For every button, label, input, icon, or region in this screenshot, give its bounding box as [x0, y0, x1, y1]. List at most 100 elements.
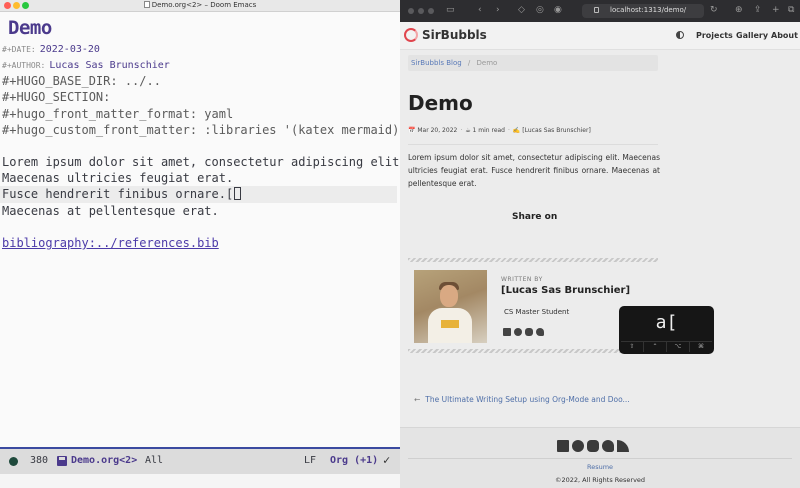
shield-icon[interactable]: ◇: [518, 5, 525, 15]
twitter-icon[interactable]: [602, 440, 614, 452]
previous-post-title: The Ultimate Writing Setup using Org-Mod…: [425, 395, 630, 404]
setting-line: #+HUGO_BASE_DIR: ../..: [2, 74, 161, 88]
breadcrumb-current: Demo: [476, 59, 498, 67]
hatched-divider: [408, 258, 658, 262]
refresh-icon[interactable]: ↻: [710, 5, 718, 15]
address-bar[interactable]: localhost:1313/demo/: [582, 4, 704, 18]
current-line: Fusce hendrerit finibus ornare.[: [2, 187, 242, 201]
emacs-titlebar: Demo.org<2> – Doom Emacs: [0, 0, 400, 12]
date-value: 2022-03-20: [39, 44, 100, 55]
tabs-overview-icon[interactable]: ⧉: [788, 5, 794, 15]
nav-projects[interactable]: Projects: [696, 31, 733, 40]
share-icon[interactable]: ⇪: [754, 5, 762, 15]
modeline-eol[interactable]: LF: [304, 455, 316, 466]
option-modifier-icon: ⌥: [667, 342, 690, 352]
copyright: ©2022, All Rights Reserved: [554, 476, 646, 484]
theme-toggle-icon[interactable]: [676, 31, 684, 39]
keystroke-overlay: a[ ⇧ ⌃ ⌥ ⌘: [619, 306, 714, 354]
echo-area: [0, 474, 400, 488]
setting-line: #+hugo_custom_front_matter: :libraries '…: [2, 123, 400, 137]
zoom-window-icon[interactable]: [428, 8, 434, 14]
back-icon[interactable]: ‹: [478, 5, 482, 15]
forward-icon[interactable]: ›: [496, 5, 500, 15]
keystroke-keys: a[: [655, 312, 678, 333]
site-footer: Resume ©2022, All Rights Reserved: [400, 427, 800, 488]
email-icon[interactable]: [557, 440, 569, 452]
body-line-text: Fusce hendrerit finibus ornare.[: [2, 187, 234, 201]
date-keyword-line: #+DATE: 2022-03-20: [2, 44, 100, 55]
date-key: #+DATE:: [2, 45, 36, 54]
author-key: #+AUTHOR:: [2, 61, 46, 70]
breadcrumb-parent[interactable]: SirBubbls Blog: [411, 59, 462, 67]
written-by-label: WRITTEN BY: [501, 276, 543, 283]
post-date: 📅 Mar 20, 2022: [408, 127, 458, 134]
instagram-icon[interactable]: [525, 328, 533, 336]
author-name[interactable]: [Lucas Sas Brunschier]: [501, 285, 630, 296]
post-meta: 📅 Mar 20, 2022 · ☕ 1 min read · ✍️ [Lucas Sa…: [408, 127, 591, 134]
browser-window: ▭ ‹ › ◇ ◎ ◉ localhost:1313/demo/ ↻ ⊕ ⇪ +…: [400, 0, 800, 488]
github-icon[interactable]: [514, 328, 522, 336]
body-line: Maecenas at pellentesque erat.: [2, 204, 219, 218]
photo-shirt-print: [441, 320, 459, 328]
download-icon[interactable]: ⊕: [735, 5, 743, 15]
org-title: Demo: [8, 17, 52, 39]
sidebar-icon[interactable]: ▭: [446, 5, 455, 15]
post-author: ✍️ [Lucas Sas Brunschier]: [512, 127, 591, 134]
browser-toolbar: ▭ ‹ › ◇ ◎ ◉ localhost:1313/demo/ ↻ ⊕ ⇪ +…: [400, 0, 800, 22]
text-cursor: [234, 187, 242, 200]
modeline-number: 380: [30, 455, 49, 466]
github-icon[interactable]: [572, 440, 584, 452]
privacy-icon[interactable]: ◎: [536, 5, 544, 15]
save-icon: [57, 456, 67, 466]
window-title: Demo.org<2> – Doom Emacs: [0, 1, 400, 9]
checkmark-icon: ✓: [383, 453, 391, 467]
editor-buffer[interactable]: Demo #+DATE: 2022-03-20 #+AUTHOR: Lucas Sa…: [0, 12, 400, 447]
post-title: Demo: [408, 91, 473, 115]
command-modifier-icon: ⌘: [698, 343, 704, 350]
nav-about[interactable]: About: [771, 31, 798, 40]
setting-line: #+HUGO_SECTION:: [2, 90, 111, 104]
author-keyword-line: #+AUTHOR: Lucas Sas Brunschier: [2, 60, 170, 71]
nav-gallery[interactable]: Gallery: [736, 31, 768, 40]
post-read-time: ☕ 1 min read: [465, 127, 505, 134]
breadcrumb-separator: /: [467, 59, 471, 67]
author-role: CS Master Student: [504, 308, 570, 316]
emacs-window: Demo.org<2> – Doom Emacs Demo #+DATE: 202…: [0, 0, 400, 488]
setting-line: #+hugo_front_matter_format: yaml: [2, 107, 234, 121]
body-line: Maecenas ultricies feugiat erat.: [2, 171, 234, 185]
body-line: Lorem ipsum dolor sit amet, consectetur …: [2, 155, 400, 169]
meta-separator: ·: [460, 127, 463, 134]
resume-link[interactable]: Resume: [400, 463, 800, 471]
author-social-links: [503, 321, 547, 340]
site-brand[interactable]: SirBubbls: [422, 28, 487, 42]
site-logo-icon[interactable]: [404, 28, 418, 42]
author-value: Lucas Sas Brunschier: [49, 60, 170, 71]
previous-post-link[interactable]: ← The Ultimate Writing Setup using Org-Mo…: [414, 395, 630, 404]
site-header: SirBubbls Projects Gallery About: [400, 22, 800, 50]
modeline-buffer-name[interactable]: Demo.org<2>: [71, 455, 137, 466]
bibliography-link[interactable]: bibliography:../references.bib: [2, 236, 219, 250]
lock-icon: [594, 7, 599, 13]
new-tab-icon[interactable]: +: [772, 5, 780, 15]
modeline-major-mode[interactable]: Org (+1): [330, 455, 378, 466]
modeline: 380 Demo.org<2> All LF Org (+1) ✓: [0, 447, 400, 474]
url-text: localhost:1313/demo/: [610, 6, 687, 14]
breadcrumb: SirBubbls Blog / Demo: [408, 55, 658, 71]
divider: [408, 144, 658, 145]
share-heading: Share on: [512, 212, 558, 222]
minimize-window-icon[interactable]: [418, 8, 424, 14]
author-photo: [414, 270, 487, 343]
keystroke-modifiers: ⇧ ⌃ ⌥ ⌘: [621, 341, 712, 352]
rss-icon[interactable]: [617, 440, 629, 452]
footer-social-links: [557, 437, 632, 456]
close-window-icon[interactable]: [408, 8, 414, 14]
status-dot-icon: [9, 457, 18, 466]
modeline-position: All: [145, 455, 164, 466]
shift-modifier-icon: ⇧: [621, 342, 644, 352]
twitter-icon[interactable]: [536, 328, 544, 336]
extension-icon[interactable]: ◉: [554, 5, 562, 15]
control-modifier-icon: ⌃: [644, 342, 667, 352]
email-icon[interactable]: [503, 328, 511, 336]
instagram-icon[interactable]: [587, 440, 599, 452]
meta-separator: ·: [508, 127, 510, 134]
